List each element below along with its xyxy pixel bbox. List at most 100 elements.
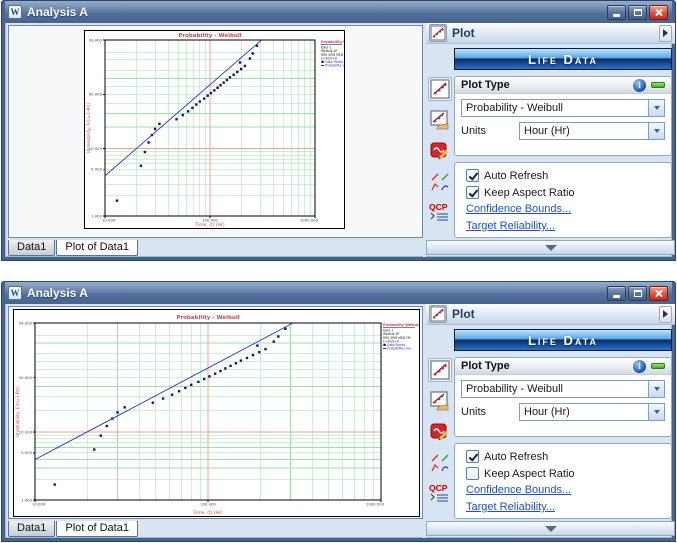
units-select[interactable]: Hour (Hr)	[519, 122, 665, 140]
svg-text:100.000: 100.000	[200, 502, 216, 507]
tool-strip: QCP	[428, 77, 454, 232]
panel-expand-button[interactable]	[659, 25, 672, 42]
plot-type-select[interactable]: Probability - Weibull	[461, 380, 665, 398]
collapse-arrow-icon	[545, 245, 557, 251]
maximize-icon	[634, 290, 642, 297]
svg-text:99.000: 99.000	[19, 320, 33, 325]
svg-text:Time, (t) (Hr): Time, (t) (Hr)	[194, 222, 225, 228]
close-button[interactable]	[649, 286, 668, 301]
plot-type-value: Probability - Weibull	[462, 100, 648, 116]
qcp-tool-button[interactable]: QCP	[428, 482, 452, 506]
panel-header: Plot	[426, 304, 675, 325]
chevron-down-icon	[654, 410, 660, 414]
close-icon	[654, 8, 663, 17]
window-analysis-a-bottom: W Analysis A 10.000100.0001000.00099.000…	[1, 281, 676, 542]
window-analysis-a-top: W Analysis A 10.000100.0001000.00099.000…	[1, 0, 676, 261]
plot-options-box: Auto Refresh Keep Aspect Ratio Confidenc…	[454, 443, 672, 519]
plot-setup-tool-button[interactable]	[428, 139, 452, 163]
life-data-banner: Life Data	[454, 329, 672, 351]
info-icon[interactable]: i	[633, 79, 646, 92]
svg-text:Unreliability, F(t)=1-R(t): Unreliability, F(t)=1-R(t)	[86, 102, 91, 153]
svg-text:Unreliability, F(t)=1-R(t): Unreliability, F(t)=1-R(t)	[15, 386, 20, 437]
app-icon-letter: W	[11, 288, 20, 298]
svg-text:100.000: 100.000	[202, 218, 218, 223]
keep-aspect-ratio-label: Keep Aspect Ratio	[484, 468, 575, 480]
target-reliability-link[interactable]: Target Reliability...	[466, 501, 664, 513]
svg-text:Time, (t) (Hr): Time, (t) (Hr)	[192, 510, 223, 516]
svg-text:Probability - Weibull: Probability - Weibull	[178, 33, 241, 39]
side-panel: Plot QCP	[426, 23, 675, 257]
maximize-icon	[634, 9, 642, 16]
close-icon	[654, 289, 663, 298]
svg-text:Probability-Weibull: Probability-Weibull	[321, 40, 344, 44]
plot-types-tool-button[interactable]	[428, 170, 452, 194]
target-reliability-link[interactable]: Target Reliability...	[466, 220, 664, 232]
plot-type-dropdown-button[interactable]	[648, 100, 664, 116]
confidence-bounds-link[interactable]: Confidence Bounds...	[466, 203, 664, 215]
plot-type-dropdown-button[interactable]	[648, 381, 664, 397]
tab-plot-of-data1[interactable]: Plot of Data1	[56, 521, 138, 537]
chevron-right-icon	[663, 29, 668, 37]
auto-refresh-checkbox[interactable]	[466, 450, 479, 463]
client-area: 10.000100.0001000.00099.00050.00010.0005…	[5, 23, 672, 257]
svg-text:10.000: 10.000	[102, 218, 116, 223]
keep-aspect-ratio-label: Keep Aspect Ratio	[484, 187, 575, 199]
units-dropdown-button[interactable]	[648, 404, 664, 420]
confidence-bounds-link[interactable]: Confidence Bounds...	[466, 484, 664, 496]
maximize-button[interactable]	[628, 286, 647, 301]
titlebar[interactable]: W Analysis A	[5, 1, 672, 23]
plot-tool-button[interactable]	[428, 358, 452, 382]
rs-draw-tool-button[interactable]	[428, 108, 452, 132]
keep-aspect-ratio-checkbox[interactable]	[466, 467, 479, 480]
plot-panel-icon	[429, 24, 447, 42]
collapse-section-icon[interactable]	[651, 82, 665, 88]
maximize-button[interactable]	[628, 5, 647, 20]
panel-collapse-bar[interactable]	[426, 240, 675, 255]
info-icon[interactable]: i	[633, 360, 646, 373]
app-icon: W	[8, 5, 22, 19]
tab-data1[interactable]: Data1	[8, 521, 55, 537]
tab-plot-of-data1[interactable]: Plot of Data1	[56, 240, 138, 256]
side-panel: Plot QCP	[426, 304, 675, 538]
units-select[interactable]: Hour (Hr)	[519, 403, 665, 421]
plot-types-tool-button[interactable]	[428, 451, 452, 475]
auto-refresh-checkbox[interactable]	[466, 169, 479, 182]
svg-text:99.000: 99.000	[89, 37, 103, 42]
svg-text:1.000: 1.000	[21, 497, 32, 502]
plot-type-header-label: Plot Type	[461, 79, 633, 91]
units-label: Units	[461, 406, 519, 418]
units-dropdown-button[interactable]	[648, 123, 664, 139]
window-title: Analysis A	[27, 286, 605, 300]
app-icon-letter: W	[11, 7, 20, 17]
svg-text:Probability Line: Probability Line	[325, 64, 344, 68]
life-data-banner: Life Data	[454, 48, 672, 70]
plot-setup-tool-button[interactable]	[428, 420, 452, 444]
panel-collapse-bar[interactable]	[426, 521, 675, 536]
plot-tool-button[interactable]	[428, 77, 452, 101]
sheet-tabbar: Data1 Plot of Data1	[8, 521, 423, 537]
app-icon: W	[8, 286, 22, 300]
svg-text:50.000: 50.000	[89, 92, 103, 97]
qcp-icon-label: QCP	[429, 202, 448, 212]
plot-type-box: Plot Type i Probability - Weibull Units …	[454, 357, 672, 437]
close-button[interactable]	[649, 5, 668, 20]
minimize-button[interactable]	[607, 286, 626, 301]
svg-text:5.000: 5.000	[91, 166, 102, 171]
titlebar[interactable]: W Analysis A	[5, 282, 672, 304]
keep-aspect-ratio-checkbox[interactable]	[466, 186, 479, 199]
plot-options-box: Auto Refresh Keep Aspect Ratio Confidenc…	[454, 162, 672, 238]
panel-title: Plot	[452, 26, 659, 40]
chevron-right-icon	[663, 310, 668, 318]
plot-panel-icon	[429, 305, 447, 323]
plot-type-select[interactable]: Probability - Weibull	[461, 99, 665, 117]
plot-panel: 10.000100.0001000.00099.00050.00010.0005…	[8, 25, 423, 238]
panel-expand-button[interactable]	[659, 306, 672, 323]
tab-data1[interactable]: Data1	[8, 240, 55, 256]
minimize-button[interactable]	[607, 5, 626, 20]
qcp-tool-button[interactable]: QCP	[428, 201, 452, 225]
auto-refresh-label: Auto Refresh	[484, 170, 548, 182]
rs-draw-tool-button[interactable]	[428, 389, 452, 413]
panel-title: Plot	[452, 307, 659, 321]
plot-type-box: Plot Type i Probability - Weibull Units …	[454, 76, 672, 156]
collapse-section-icon[interactable]	[651, 363, 665, 369]
